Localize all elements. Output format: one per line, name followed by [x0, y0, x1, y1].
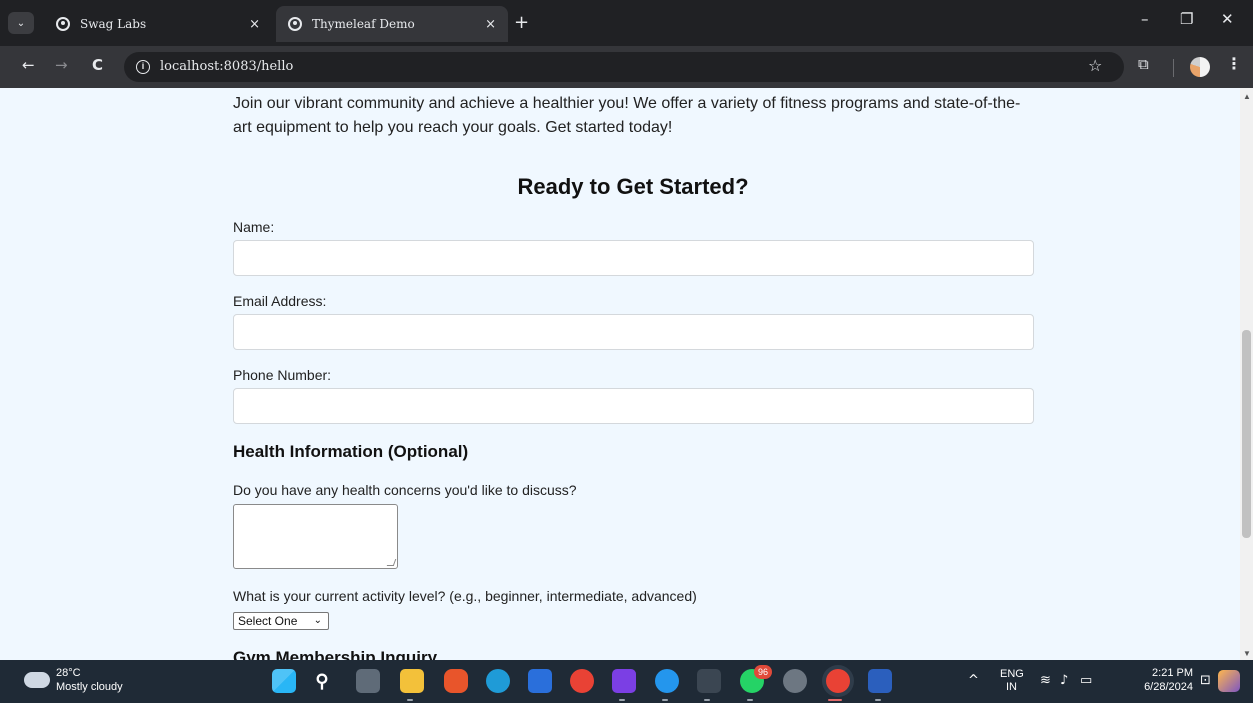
docker-icon[interactable] — [655, 669, 679, 693]
chrome-icon[interactable] — [570, 669, 594, 693]
tab-title: Thymeleaf Demo — [312, 17, 415, 31]
scrollbar-thumb[interactable] — [1242, 330, 1251, 538]
copilot-icon[interactable] — [1218, 670, 1240, 692]
microsoft-store-icon[interactable] — [528, 669, 552, 693]
intellij-icon[interactable] — [612, 669, 636, 693]
tab-thymeleaf-demo[interactable]: Thymeleaf Demo × — [276, 6, 508, 42]
search-icon[interactable]: ⚲ — [310, 669, 334, 693]
cta-heading: Ready to Get Started? — [517, 174, 749, 199]
activity-level-selected: Select One — [238, 614, 298, 628]
minimize-icon[interactable]: – — [1141, 10, 1149, 28]
reload-icon[interactable]: C — [92, 56, 103, 74]
email-input[interactable] — [233, 314, 1034, 350]
clock-time[interactable]: 2:21 PM — [1133, 667, 1193, 679]
health-concerns-label: Do you have any health concerns you'd li… — [233, 482, 577, 498]
scroll-down-arrow-icon[interactable]: ▼ — [1243, 649, 1251, 658]
browser-toolbar: ← → C i localhost:8083/hello ☆ — [0, 46, 1253, 88]
taskbar: 28°C Mostly cloudy ⚲ 96 ^ ENG IN ≋ ♪ ▭ 2… — [0, 660, 1253, 703]
battery-icon[interactable]: ▭ — [1080, 673, 1092, 688]
activity-level-label: What is your current activity level? (e.… — [233, 588, 697, 604]
restore-icon[interactable]: ❐ — [1180, 10, 1193, 28]
phone-label: Phone Number: — [233, 367, 332, 383]
wifi-icon[interactable]: ≋ — [1040, 673, 1051, 688]
app-active-indicator — [828, 699, 842, 701]
windows-start-icon[interactable] — [272, 669, 296, 693]
tab-strip: ⌄ Swag Labs × Thymeleaf Demo × + – ❐ ✕ — [0, 0, 1253, 46]
edge-browser-icon[interactable] — [486, 669, 510, 693]
chevron-down-icon: ⌄ — [313, 615, 322, 626]
window-close-icon[interactable]: ✕ — [1221, 10, 1234, 28]
chrome-profile-icon[interactable] — [826, 669, 850, 693]
app-running-indicator — [407, 699, 413, 701]
forward-arrow-icon[interactable]: → — [55, 56, 68, 74]
address-bar[interactable]: i localhost:8083/hello ☆ — [124, 52, 1124, 82]
extensions-icon[interactable]: ⧉ — [1138, 55, 1149, 73]
tab-close-icon[interactable]: × — [485, 17, 496, 32]
toolbar-divider — [1173, 59, 1174, 77]
page-scrollbar[interactable]: ▲ ▼ — [1240, 88, 1253, 660]
phone-input[interactable] — [233, 388, 1034, 424]
terminal-icon[interactable] — [697, 669, 721, 693]
star-icon[interactable]: ☆ — [1088, 56, 1102, 75]
chevron-down-icon: ⌄ — [16, 17, 26, 29]
tray-overflow-chevron-icon[interactable]: ^ — [968, 673, 979, 688]
notification-icon[interactable]: ⊡ — [1200, 673, 1211, 688]
word-icon[interactable] — [868, 669, 892, 693]
volume-icon[interactable]: ♪ — [1060, 673, 1068, 688]
email-label: Email Address: — [233, 293, 327, 309]
profile-avatar-icon[interactable] — [1190, 57, 1210, 77]
app-running-indicator — [662, 699, 668, 701]
globe-icon — [288, 17, 302, 31]
settings-gear-icon[interactable] — [783, 669, 807, 693]
weather-temperature[interactable]: 28°C — [56, 667, 81, 679]
weather-description[interactable]: Mostly cloudy — [56, 681, 123, 693]
new-tab-button[interactable]: + — [514, 12, 529, 33]
menu-icon[interactable]: ⋮ — [1226, 54, 1242, 73]
tab-title: Swag Labs — [80, 17, 147, 31]
site-info-icon[interactable]: i — [136, 60, 150, 74]
globe-icon — [56, 17, 70, 31]
clock-date[interactable]: 6/28/2024 — [1118, 681, 1193, 693]
tab-close-icon[interactable]: × — [249, 17, 260, 32]
app-running-indicator — [704, 699, 710, 701]
whatsapp-notification-badge: 96 — [754, 665, 772, 679]
language-region[interactable]: IN — [1006, 681, 1017, 693]
file-explorer-icon[interactable] — [400, 669, 424, 693]
back-arrow-icon[interactable]: ← — [22, 56, 35, 74]
brave-browser-icon[interactable] — [444, 669, 468, 693]
health-section-title: Health Information (Optional) — [233, 442, 469, 461]
page-viewport: Join our vibrant community and achieve a… — [0, 88, 1240, 660]
tab-swag-labs[interactable]: Swag Labs × — [44, 6, 272, 42]
app-running-indicator — [747, 699, 753, 701]
language-code[interactable]: ENG — [1000, 668, 1024, 680]
name-label: Name: — [233, 219, 275, 235]
weather-cloud-icon[interactable] — [24, 666, 50, 688]
intro-paragraph: Join our vibrant community and achieve a… — [233, 95, 1021, 136]
app-running-indicator — [619, 699, 625, 701]
app-running-indicator — [875, 699, 881, 701]
health-concerns-textarea[interactable] — [233, 504, 398, 569]
task-view-icon[interactable] — [356, 669, 380, 693]
name-input[interactable] — [233, 240, 1034, 276]
membership-section-title: Gym Membership Inquiry — [233, 648, 438, 660]
scroll-up-arrow-icon[interactable]: ▲ — [1243, 92, 1251, 101]
url-text[interactable]: localhost:8083/hello — [160, 59, 293, 74]
activity-level-select[interactable]: Select One ⌄ — [233, 612, 329, 630]
tab-search-button[interactable]: ⌄ — [8, 12, 34, 34]
